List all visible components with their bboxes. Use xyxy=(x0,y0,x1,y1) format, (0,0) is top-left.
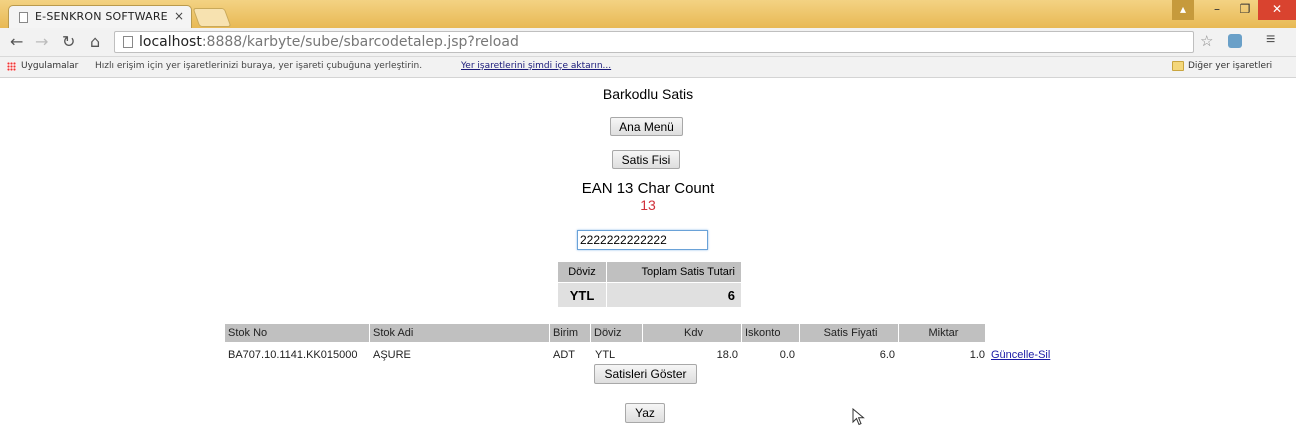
bookmarks-bar: Uygulamalar Hızlı erişim için yer işaret… xyxy=(0,57,1296,78)
apps-link[interactable]: Uygulamalar xyxy=(21,61,78,71)
back-icon[interactable]: ← xyxy=(10,32,23,51)
minimize-icon[interactable]: – xyxy=(1204,0,1230,20)
window-titlebar: E-SENKRON SOFTWARE × ▴ – ❐ ✕ xyxy=(0,0,1296,28)
close-window-icon[interactable]: ✕ xyxy=(1258,0,1296,20)
ean-count: 13 xyxy=(640,197,656,213)
cell-kdv: 18.0 xyxy=(716,349,738,361)
other-bookmarks-link[interactable]: Diğer yer işaretleri xyxy=(1188,61,1272,71)
summary-table: Döviz Toplam Satis Tutari YTL 6 xyxy=(557,261,742,308)
cell-iskonto: 0.0 xyxy=(779,349,795,361)
address-bar[interactable]: localhost:8888/karbyte/sube/sbarcodetale… xyxy=(114,31,1194,53)
receipt-button[interactable]: Satis Fisi xyxy=(612,150,680,169)
bookmark-star-icon[interactable]: ☆ xyxy=(1200,32,1213,50)
col-header: Stok No xyxy=(225,324,369,342)
user-icon[interactable]: ▴ xyxy=(1172,0,1194,20)
summary-total: 6 xyxy=(606,282,742,308)
col-header: Kdv xyxy=(643,324,741,342)
ean-label: EAN 13 Char Count xyxy=(581,180,715,197)
col-header: Iskonto xyxy=(742,324,799,342)
bookmarks-hint: Hızlı erişim için yer işaretlerinizi bur… xyxy=(95,61,423,71)
show-sales-button[interactable]: Satisleri Göster xyxy=(594,364,697,384)
barcode-input[interactable] xyxy=(577,230,708,250)
col-header: Miktar xyxy=(899,324,985,342)
summary-header-total: Toplam Satis Tutari xyxy=(606,261,742,283)
cell-birim: ADT xyxy=(553,349,575,361)
summary-currency: YTL xyxy=(557,282,607,308)
forward-icon[interactable]: → xyxy=(35,32,48,51)
mouse-cursor-icon xyxy=(852,408,865,426)
url-text: localhost:8888/karbyte/sube/sbarcodetale… xyxy=(139,34,519,50)
import-bookmarks-link[interactable]: Yer işaretlerini şimdi içe aktarın... xyxy=(461,61,611,71)
update-delete-link[interactable]: Güncelle-Sil xyxy=(991,347,1071,363)
cell-doviz: YTL xyxy=(595,349,616,361)
folder-icon xyxy=(1172,61,1184,71)
cell-miktar: 1.0 xyxy=(969,349,985,361)
tab-title: E-SENKRON SOFTWARE xyxy=(35,10,168,23)
col-header: Stok Adi xyxy=(370,324,549,342)
col-header: Satis Fiyati xyxy=(800,324,898,342)
reload-icon[interactable]: ↻ xyxy=(62,32,75,51)
maximize-icon[interactable]: ❐ xyxy=(1232,0,1258,20)
browser-tab[interactable]: E-SENKRON SOFTWARE × xyxy=(8,5,192,28)
new-tab-button[interactable] xyxy=(192,8,232,27)
tab-close-icon[interactable]: × xyxy=(174,9,184,23)
cell-satis-fiyati: 6.0 xyxy=(879,349,895,361)
page-icon xyxy=(123,36,133,48)
summary-header-currency: Döviz xyxy=(557,261,607,283)
apps-icon[interactable] xyxy=(7,62,16,71)
col-header: Birim xyxy=(550,324,590,342)
cell-stok-adi: AŞURE xyxy=(373,349,411,361)
col-header: Döviz xyxy=(591,324,642,342)
write-button[interactable]: Yaz xyxy=(625,403,665,423)
menu-icon[interactable]: ≡ xyxy=(1266,31,1275,49)
page-title: Barkodlu Satis xyxy=(602,86,694,102)
main-menu-button[interactable]: Ana Menü xyxy=(610,117,683,136)
extension-icon[interactable] xyxy=(1228,34,1242,48)
browser-toolbar: ← → ↻ ⌂ localhost:8888/karbyte/sube/sbar… xyxy=(0,28,1296,57)
home-icon[interactable]: ⌂ xyxy=(90,32,100,51)
page-icon xyxy=(19,12,28,23)
cell-stok-no: BA707.10.1141.KK015000 xyxy=(228,349,358,361)
